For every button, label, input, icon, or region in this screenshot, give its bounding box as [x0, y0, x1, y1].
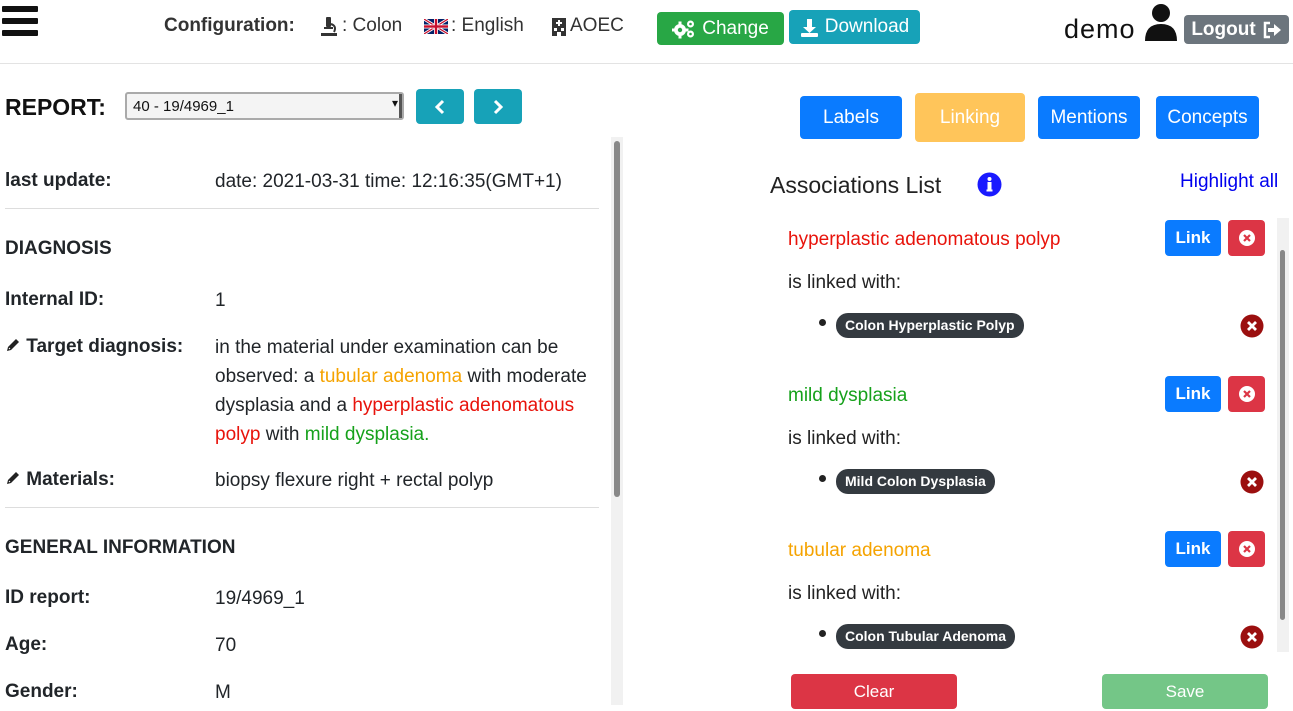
gender-key: Gender:: [5, 681, 78, 702]
target-text-3: with: [260, 424, 305, 445]
usecase-value: : Colon: [342, 15, 403, 36]
times-circle-icon: [1238, 386, 1255, 402]
delete-association-button[interactable]: [1228, 376, 1265, 412]
concept-badge: Colon Tubular Adenoma: [836, 624, 1015, 649]
linked-with-label: is linked with:: [788, 583, 901, 604]
tab-mentions[interactable]: Mentions: [1038, 96, 1140, 139]
bullet: [819, 475, 826, 482]
chevron-right-icon: [493, 99, 504, 114]
select-arrow-icon: ▾: [391, 96, 398, 110]
configuration-label: Configuration:: [164, 15, 295, 36]
times-circle-icon: [1238, 541, 1255, 557]
remove-concept-icon[interactable]: [1240, 314, 1264, 338]
materials-key: Materials:: [5, 466, 205, 494]
target-diagnosis-value: in the material under examination can be…: [215, 333, 599, 449]
target-diagnosis-key: Target diagnosis:: [5, 333, 205, 361]
language-config: : English: [424, 15, 524, 37]
chevron-left-icon: [434, 99, 445, 114]
internal-id-key: Internal ID:: [5, 289, 105, 310]
concept-badge: Mild Colon Dysplasia: [836, 469, 995, 494]
association-item: tubular adenoma is linked with: Colon Tu…: [788, 529, 1278, 652]
associations-title: Associations List: [770, 172, 942, 198]
mention-tubular-adenoma[interactable]: tubular adenoma: [320, 366, 463, 387]
age-value: 70: [215, 635, 237, 656]
delete-association-button[interactable]: [1228, 220, 1265, 256]
diagnosis-heading: DIAGNOSIS: [5, 238, 112, 259]
top-navbar: Configuration: : Colon : English AOEC Ch…: [0, 0, 1293, 64]
language-value: : English: [451, 15, 524, 36]
microscope-icon: [321, 17, 337, 36]
previous-report-button[interactable]: [416, 89, 464, 124]
user-icon[interactable]: [1143, 3, 1179, 41]
report-select-value: 40 - 19/4969_1: [133, 98, 234, 115]
save-button[interactable]: Save: [1102, 674, 1268, 709]
next-report-button[interactable]: [474, 89, 522, 124]
association-term: tubular adenoma: [788, 540, 931, 561]
report-label: REPORT:: [5, 94, 106, 120]
usecase-config: : Colon: [319, 15, 402, 37]
association-term: mild dysplasia: [788, 385, 908, 406]
bullet: [819, 319, 826, 326]
hospital-icon: [552, 17, 566, 36]
highlight-all-link[interactable]: Highlight all: [1180, 171, 1278, 193]
remove-concept-icon[interactable]: [1240, 470, 1264, 494]
institute-config: AOEC: [551, 15, 624, 37]
download-icon: [800, 18, 818, 37]
id-report-key: ID report:: [5, 587, 91, 608]
materials-label: Materials:: [26, 469, 115, 490]
change-config-button[interactable]: Change: [657, 12, 784, 45]
times-circle-icon: [1238, 230, 1255, 246]
association-term: hyperplastic adenomatous polyp: [788, 229, 1061, 250]
report-select[interactable]: 40 - 19/4969_1 ▾: [125, 92, 404, 120]
associations-scrollbar[interactable]: [1277, 218, 1289, 652]
download-label: Download: [824, 16, 910, 37]
association-item: hyperplastic adenomatous polyp is linked…: [788, 218, 1278, 368]
select-divider: [399, 94, 402, 118]
general-info-heading: GENERAL INFORMATION: [5, 537, 236, 558]
institute-value: AOEC: [570, 15, 624, 36]
report-panel: last update: date: 2021-03-31 time: 12:1…: [0, 137, 623, 711]
sign-out-icon: [1263, 21, 1281, 38]
tab-concepts[interactable]: Concepts: [1156, 96, 1259, 139]
pencil-icon: [7, 339, 19, 351]
internal-id-value: 1: [215, 290, 226, 311]
username: demo: [1064, 14, 1136, 44]
link-button[interactable]: Link: [1165, 220, 1221, 256]
last-update-value: date: 2021-03-31 time: 12:16:35(GMT+1): [215, 171, 562, 192]
linked-with-label: is linked with:: [788, 428, 901, 449]
scrollbar-thumb[interactable]: [1280, 250, 1285, 620]
uk-flag-icon: [424, 18, 448, 34]
last-update-key: last update:: [5, 170, 112, 191]
logout-label: Logout: [1191, 18, 1256, 40]
target-diagnosis-label: Target diagnosis:: [26, 336, 184, 357]
delete-association-button[interactable]: [1228, 531, 1265, 567]
download-button[interactable]: Download: [789, 10, 920, 44]
bullet: [819, 630, 826, 637]
mention-mild-dysplasia[interactable]: mild dysplasia.: [305, 424, 430, 445]
id-report-value: 19/4969_1: [215, 588, 305, 609]
divider: [5, 507, 599, 508]
change-label: Change: [702, 17, 769, 39]
divider: [5, 208, 599, 209]
age-key: Age:: [5, 634, 48, 655]
menu-icon[interactable]: [2, 6, 38, 38]
link-button[interactable]: Link: [1165, 376, 1221, 412]
tab-labels[interactable]: Labels: [800, 96, 902, 139]
logout-button[interactable]: Logout: [1184, 15, 1289, 44]
associations-list: hyperplastic adenomatous polyp is linked…: [770, 218, 1289, 652]
gender-value: M: [215, 682, 231, 703]
association-item: mild dysplasia is linked with: Mild Colo…: [788, 374, 1278, 524]
clear-button[interactable]: Clear: [791, 674, 957, 709]
remove-concept-icon[interactable]: [1240, 625, 1264, 649]
link-button[interactable]: Link: [1165, 531, 1221, 567]
pencil-icon: [7, 472, 19, 484]
scrollbar-thumb[interactable]: [614, 141, 620, 497]
gears-icon: [672, 20, 695, 38]
concept-badge: Colon Hyperplastic Polyp: [836, 313, 1024, 338]
materials-value: biopsy flexure right + rectal polyp: [215, 470, 494, 491]
info-icon[interactable]: [977, 172, 1002, 197]
report-scrollbar[interactable]: [611, 137, 623, 705]
linked-with-label: is linked with:: [788, 272, 901, 293]
tab-linking[interactable]: Linking: [915, 93, 1025, 142]
